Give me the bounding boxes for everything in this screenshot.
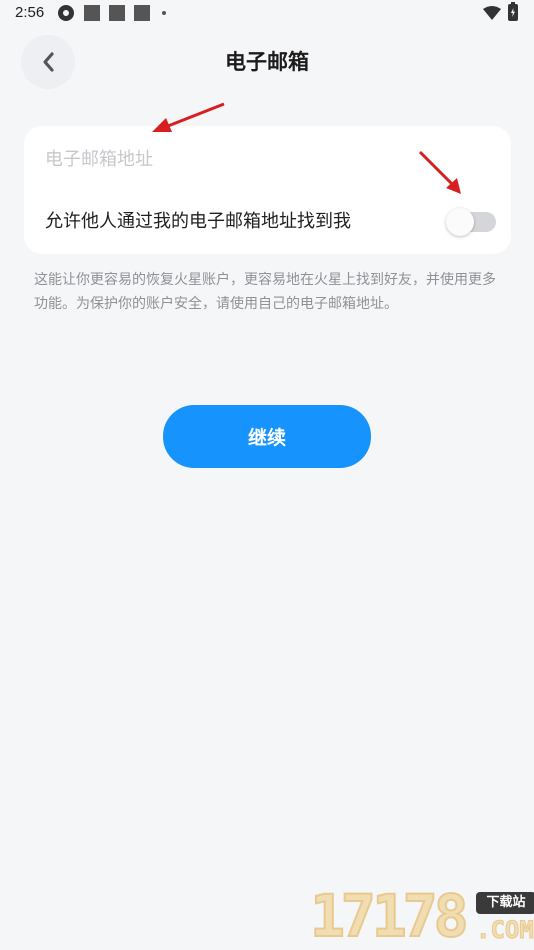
dot-icon: [162, 11, 166, 15]
square-icon: [109, 5, 125, 21]
watermark-number: 17178: [309, 882, 470, 950]
continue-button[interactable]: 继续: [163, 405, 371, 468]
battery-charging-icon: [508, 2, 518, 21]
square-icon: [84, 5, 100, 21]
email-settings-card: 允许他人通过我的电子邮箱地址找到我: [24, 126, 511, 254]
status-time: 2:56: [15, 4, 45, 21]
email-input[interactable]: [45, 142, 485, 176]
page-title: 电子邮箱: [225, 50, 309, 74]
status-bar: 2:56: [0, 0, 534, 28]
hint-text: 这能让你更容易的恢复火星账户，更容易地在火星上找到好友，并使用更多功能。为保护你…: [34, 272, 496, 312]
wifi-icon: [483, 6, 501, 20]
watermark-suffix: .COM: [476, 916, 534, 945]
app-notification-icon: [58, 5, 74, 21]
toggle-label: 允许他人通过我的电子邮箱地址找到我: [45, 211, 351, 232]
toggle-knob: [446, 208, 474, 236]
watermark-badge: 下载站: [476, 892, 534, 914]
watermark-logo: 17178 下载站 .COM: [308, 884, 534, 950]
square-icon: [134, 5, 150, 21]
discoverable-toggle[interactable]: [446, 208, 496, 236]
